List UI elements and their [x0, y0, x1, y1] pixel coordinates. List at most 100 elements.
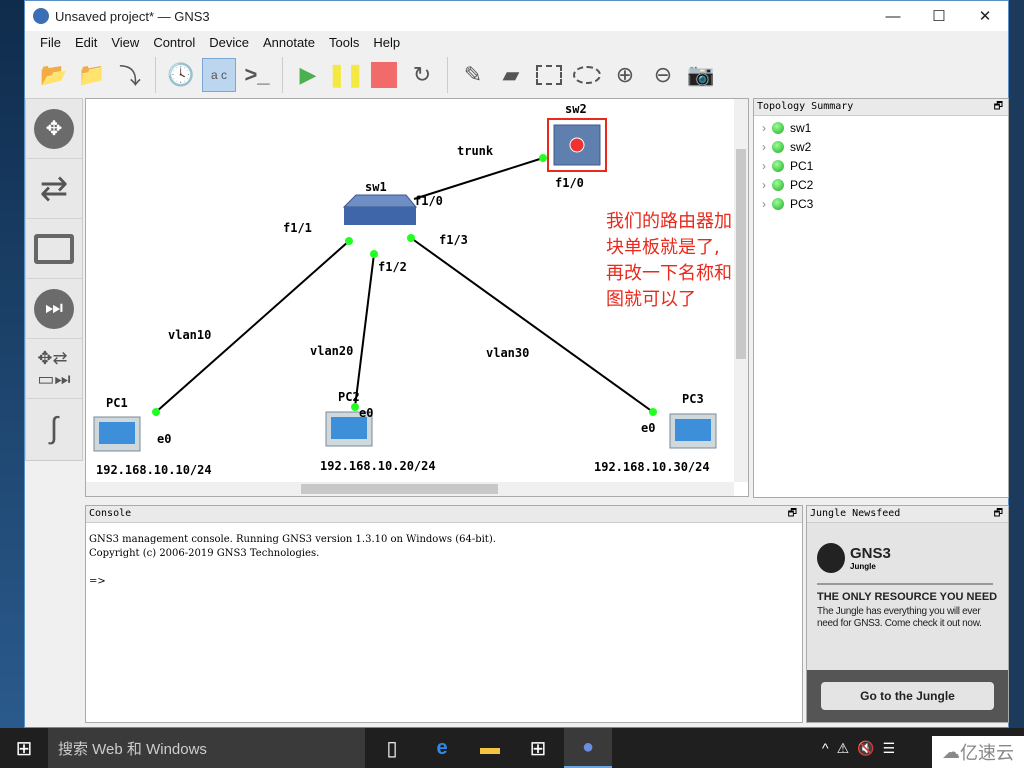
body-text: The Jungle has everything you will ever … [817, 606, 982, 629]
menu-annotate[interactable]: Annotate [256, 35, 322, 50]
port-label: f1/0 [414, 194, 443, 208]
port-label: e0 [157, 432, 171, 446]
screenshot-camera-icon[interactable]: 📷 [684, 58, 718, 92]
add-note-icon[interactable]: ✎ [456, 58, 490, 92]
title-bar: Unsaved project* — GNS3 — ☐ ✕ [25, 1, 1008, 31]
menu-tools[interactable]: Tools [322, 35, 366, 50]
console-panel[interactable]: Console 🗗 GNS3 management console. Runnin… [85, 505, 803, 723]
divider [817, 583, 993, 585]
undock-icon[interactable]: 🗗 [788, 506, 797, 522]
expand-chevron-icon[interactable]: › [762, 178, 766, 192]
end-devices-button[interactable] [26, 219, 82, 279]
chevron-up-icon[interactable]: ^ [822, 740, 829, 756]
port-dot [152, 408, 160, 416]
menu-view[interactable]: View [104, 35, 146, 50]
file-explorer-icon[interactable]: ▬ [466, 728, 514, 768]
draw-ellipse-icon[interactable] [570, 58, 604, 92]
label-pc1: PC1 [106, 396, 128, 410]
volume-muted-icon[interactable]: 🔇 [857, 740, 874, 757]
link-vlan10[interactable] [155, 240, 350, 413]
jungle-logo: GNS3 Jungle [817, 543, 998, 573]
link-vlan20[interactable] [354, 253, 375, 408]
link-label-vlan20: vlan20 [310, 344, 353, 358]
panel-header: Console 🗗 [86, 506, 802, 523]
summary-item[interactable]: › PC3 [754, 194, 1008, 213]
status-green-icon [772, 178, 784, 191]
toolbar: 📂 📁 ⤵ 🕓 a c >_ ▶ ❚❚ ↻ ✎ ▰ ⊕ ⊖ 📷 [25, 53, 1008, 97]
zoom-out-icon[interactable]: ⊖ [646, 58, 680, 92]
undock-icon[interactable]: 🗗 [994, 506, 1003, 522]
open-project-icon[interactable]: 📁 [75, 58, 109, 92]
new-project-icon[interactable]: 📂 [37, 58, 71, 92]
link-trunk[interactable] [413, 157, 544, 200]
go-to-jungle-button[interactable]: Go to the Jungle [821, 682, 994, 710]
insert-picture-icon[interactable]: ▰ [494, 58, 528, 92]
summary-item[interactable]: › sw1 [754, 118, 1008, 137]
summary-item[interactable]: › PC1 [754, 156, 1008, 175]
label-pc2: PC2 [338, 390, 360, 404]
add-link-button[interactable]: ∫ [26, 399, 82, 459]
reload-icon[interactable]: ↻ [405, 58, 439, 92]
summary-item[interactable]: › PC2 [754, 175, 1008, 194]
search-box[interactable]: 搜索 Web 和 Windows [48, 728, 365, 768]
ip-pc2: 192.168.10.20/24 [320, 459, 436, 473]
node-name: sw1 [790, 120, 812, 135]
start-button[interactable]: ⊞ [0, 728, 48, 768]
node-sw2[interactable] [547, 118, 607, 172]
expand-chevron-icon[interactable]: › [762, 197, 766, 211]
scroll-thumb[interactable] [301, 484, 498, 494]
node-sw1[interactable] [342, 194, 418, 225]
system-tray: ^ ⚠ 🔇 ☰ [822, 728, 942, 768]
expand-chevron-icon[interactable]: › [762, 159, 766, 173]
console-line: Copyright (c) 2006-2019 GNS3 Technologie… [89, 548, 320, 559]
port-dot [407, 234, 415, 242]
interface-labels-icon[interactable]: a c [202, 58, 236, 92]
menu-help[interactable]: Help [366, 35, 407, 50]
gns3-logo-icon [33, 8, 49, 24]
menu-file[interactable]: File [33, 35, 68, 50]
console-icon[interactable]: >_ [240, 58, 274, 92]
all-devices-button[interactable]: ✥⇄ ▭⏭ [26, 339, 82, 399]
cloud-icon: ☁ [942, 741, 960, 762]
vertical-scrollbar[interactable] [734, 99, 748, 482]
console-output[interactable]: GNS3 management console. Running GNS3 ve… [86, 523, 802, 599]
gns3-taskbar-icon[interactable]: ● [564, 728, 612, 768]
menu-edit[interactable]: Edit [68, 35, 104, 50]
close-button[interactable]: ✕ [962, 1, 1008, 31]
port-dot [370, 250, 378, 258]
summary-item[interactable]: › sw2 [754, 137, 1008, 156]
cable-icon: ∫ [49, 412, 59, 445]
routers-button[interactable]: ✥ [26, 99, 82, 159]
edge-icon[interactable]: e [418, 728, 466, 768]
undock-icon[interactable]: 🗗 [994, 99, 1003, 115]
suspend-icon[interactable]: ❚❚ [328, 58, 365, 92]
annotation-note[interactable]: 我们的路由器加块单板就是了, 再改一下名称和图就可以了 [606, 209, 748, 313]
switches-button[interactable]: ⇄ [26, 159, 82, 219]
network-warning-icon[interactable]: ⚠ [837, 740, 850, 757]
expand-chevron-icon[interactable]: › [762, 140, 766, 154]
maximize-button[interactable]: ☐ [916, 1, 962, 31]
link-label-vlan10: vlan10 [168, 328, 211, 342]
minimize-button[interactable]: — [870, 1, 916, 31]
menu-control[interactable]: Control [146, 35, 202, 50]
horizontal-scrollbar[interactable] [86, 482, 734, 496]
expand-chevron-icon[interactable]: › [762, 121, 766, 135]
security-devices-button[interactable]: ⏭ [26, 279, 82, 339]
snapshot-clock-icon[interactable]: 🕓 [164, 58, 198, 92]
node-name: PC2 [790, 177, 814, 192]
draw-rectangle-icon[interactable] [532, 58, 566, 92]
topology-canvas[interactable]: sw1 sw2 PC1 PC2 PC3 192.168.10.10/24 192… [85, 98, 749, 497]
port-label: e0 [359, 406, 373, 420]
notification-icon[interactable]: ☰ [883, 740, 896, 757]
port-label: f1/2 [378, 260, 407, 274]
desktop-strip [0, 0, 24, 728]
router-icon: ✥ [34, 108, 74, 149]
task-view-icon[interactable]: ▯ [368, 728, 416, 768]
menu-device[interactable]: Device [202, 35, 256, 50]
save-project-icon[interactable]: ⤵ [113, 58, 147, 92]
start-icon[interactable]: ▶ [291, 58, 325, 92]
stop-icon[interactable] [367, 58, 401, 92]
store-icon[interactable]: ⊞ [514, 728, 562, 768]
scroll-thumb[interactable] [736, 149, 746, 359]
zoom-in-icon[interactable]: ⊕ [608, 58, 642, 92]
